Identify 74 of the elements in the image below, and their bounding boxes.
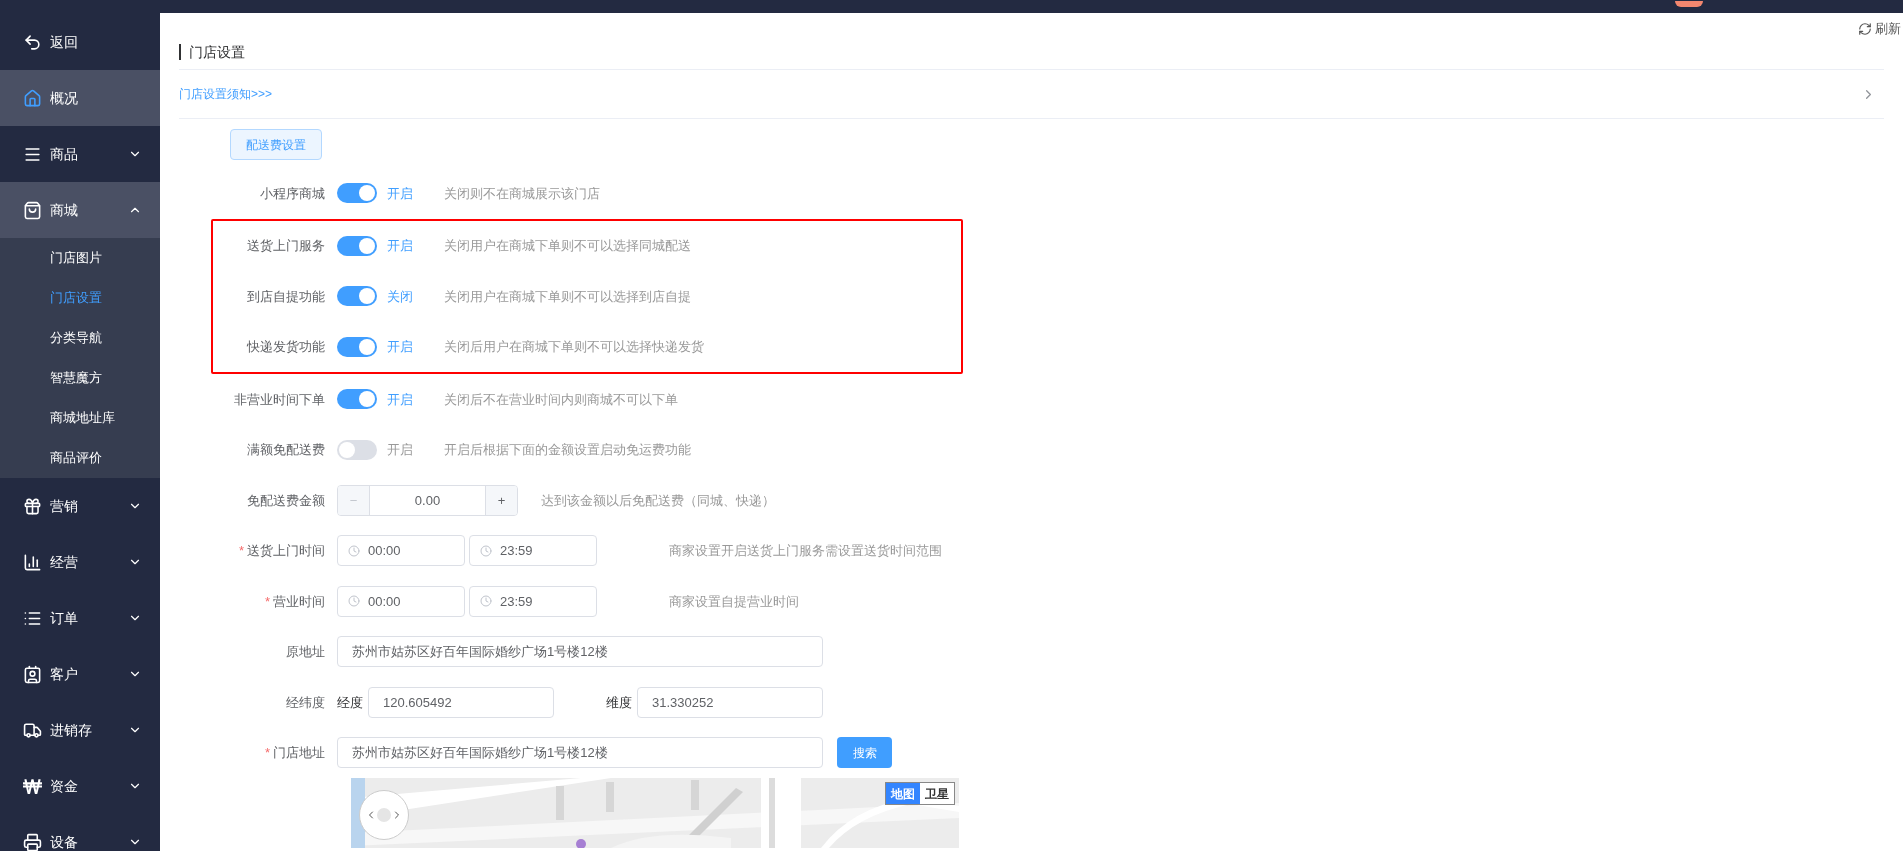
field-label: 非营业时间下单 [234, 390, 325, 409]
required-mark: * [238, 542, 244, 560]
clock-icon [348, 544, 360, 557]
submenu-item[interactable]: 商城地址库 [0, 398, 160, 438]
field-label: 营业时间 [273, 592, 325, 611]
toggle-status: 开启 [387, 441, 414, 459]
refresh-icon [1858, 21, 1872, 36]
toggle-switch[interactable] [337, 389, 377, 410]
time-field[interactable]: 00:00 [337, 535, 465, 567]
field-label: 原地址 [286, 643, 325, 661]
printer-icon [22, 832, 42, 851]
field-label: 满额免配送费 [247, 441, 325, 459]
increment-button[interactable]: + [485, 485, 517, 515]
longitude-field[interactable]: 120.605492 [368, 686, 554, 718]
bar-chart-icon [22, 552, 42, 572]
toggle-switch[interactable] [337, 183, 377, 204]
submenu-item[interactable]: 商品评价 [0, 438, 160, 478]
refresh-button[interactable]: 刷新 [1858, 19, 1901, 39]
field-label: 小程序商城 [260, 184, 325, 203]
back-arrow-icon [22, 32, 42, 52]
sidebar-item[interactable]: 概况 [0, 70, 160, 126]
submenu-item[interactable]: 门店图片 [0, 238, 160, 278]
time-field[interactable]: 23:59 [469, 585, 597, 617]
submenu-item[interactable]: 智慧魔方 [0, 358, 160, 398]
submenu-item[interactable]: 分类导航 [0, 318, 160, 358]
map-mode-tab[interactable]: 地图 [886, 783, 920, 804]
address-field[interactable]: 苏州市姑苏区好百年国际婚纱广场1号楼12楼 [337, 636, 823, 668]
gift-icon [22, 496, 42, 516]
store-address-field[interactable]: 苏州市姑苏区好百年国际婚纱广场1号楼12楼 [337, 737, 823, 769]
toggle-status: 开启 [387, 237, 414, 255]
clock-icon [480, 544, 492, 557]
longitude-label: 经度 [337, 693, 363, 712]
toggle-switch[interactable] [337, 439, 377, 460]
toggle-status: 开启 [387, 338, 414, 356]
latitude-field[interactable]: 31.330252 [637, 686, 823, 718]
amount-value: 0.00 [413, 491, 442, 510]
field-label: 快递发货功能 [247, 338, 325, 356]
toggle-status: 开启 [387, 184, 414, 203]
toggle-switch[interactable] [337, 286, 377, 307]
required-mark: * [264, 592, 270, 611]
hint-text: 关闭后用户在商城下单则不可以选择快递发货 [444, 338, 704, 356]
field-label: 经纬度 [286, 693, 325, 712]
number-stepper[interactable]: − 0.00 + [337, 484, 518, 516]
clock-icon [480, 595, 492, 608]
toggle-status: 开启 [387, 390, 414, 409]
won-sign-icon [22, 776, 42, 796]
hint-text: 商家设置开启送货上门服务需设置送货时间范围 [669, 542, 942, 560]
hint-text: 达到该金额以后免配送费（同城、快递） [541, 491, 775, 510]
time-field[interactable]: 00:00 [337, 585, 465, 617]
required-mark: * [264, 744, 270, 762]
field-label: 送货上门时间 [247, 542, 325, 560]
time-field[interactable]: 23:59 [469, 535, 597, 567]
hint-text: 商家设置自提营业时间 [669, 592, 799, 611]
hint-text: 关闭用户在商城下单则不可以选择同城配送 [444, 237, 691, 255]
toggle-switch[interactable] [337, 336, 377, 357]
field-label: 门店地址 [273, 744, 325, 762]
page-title: 门店设置 [179, 44, 245, 60]
toggle-status: 关闭 [387, 287, 414, 306]
field-label: 送货上门服务 [247, 237, 325, 255]
hint-text: 关闭用户在商城下单则不可以选择到店自提 [444, 287, 691, 306]
field-label: 免配送费金额 [247, 491, 325, 510]
submenu-item[interactable]: 门店设置 [0, 278, 160, 318]
toggle-switch[interactable] [337, 235, 377, 256]
truck-icon [22, 720, 42, 740]
hint-text: 关闭后不在营业时间内则商城不可以下单 [444, 390, 678, 409]
shopping-bag-icon [22, 200, 42, 220]
hint-text: 开启后根据下面的金额设置启动免运费功能 [444, 441, 691, 459]
latitude-label: 维度 [606, 693, 632, 712]
field-label: 到店自提功能 [247, 287, 325, 306]
contact-card-icon [22, 664, 42, 684]
clock-icon [348, 595, 360, 608]
sidebar-item[interactable]: 商城 [0, 182, 160, 238]
home-icon [22, 88, 42, 108]
hint-text: 关闭则不在商城展示该门店 [444, 184, 600, 203]
